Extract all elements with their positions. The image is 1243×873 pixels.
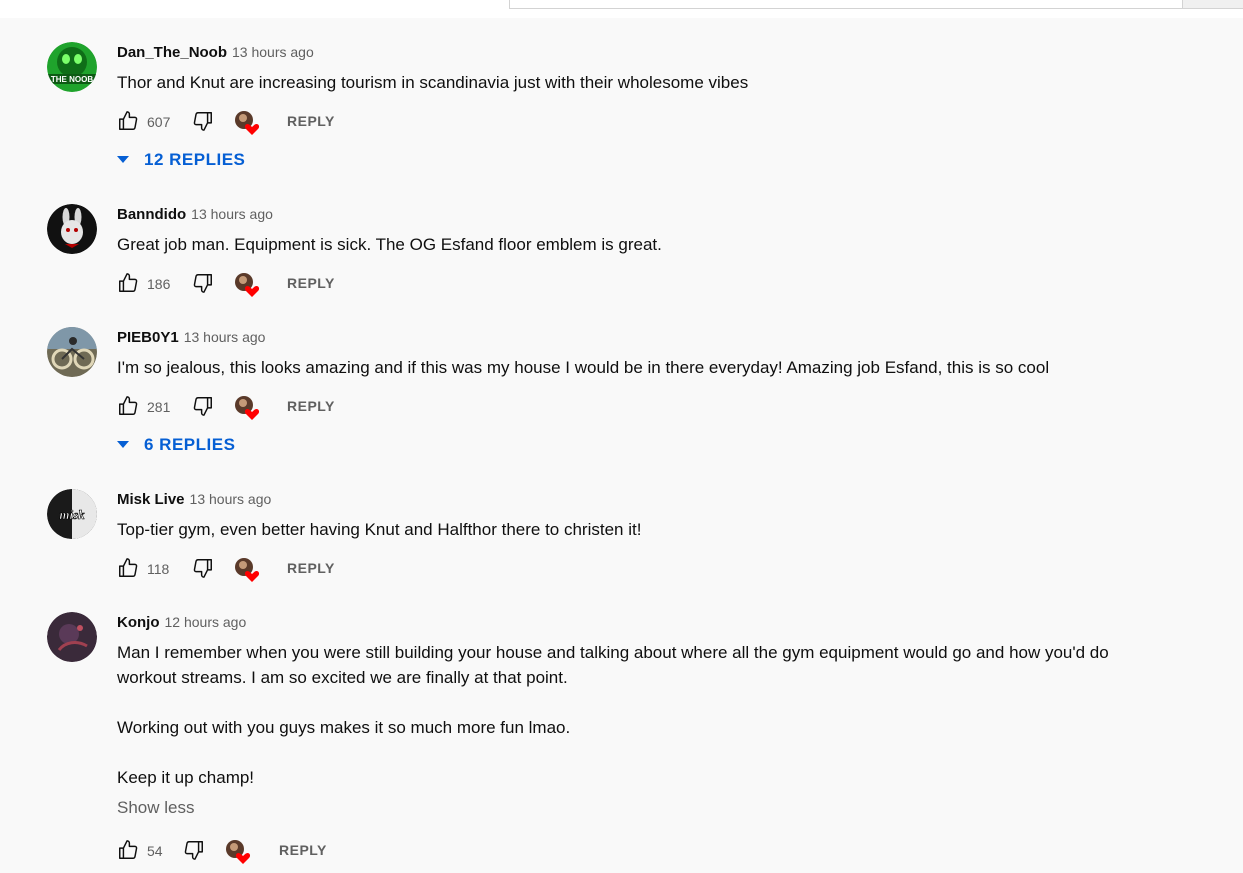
- comment-text: I'm so jealous, this looks amazing and i…: [117, 358, 1050, 377]
- thumbs-up-icon[interactable]: [117, 839, 139, 861]
- avatar-label: THE NOOB: [51, 75, 93, 84]
- reply-button[interactable]: REPLY: [279, 840, 327, 860]
- comment-text: Thor and Knut are increasing tourism in …: [117, 73, 749, 92]
- like-count: 607: [147, 114, 171, 130]
- thumbs-up-icon[interactable]: [117, 110, 139, 132]
- view-replies-button[interactable]: 6 REPLIES: [117, 433, 235, 457]
- caret-down-icon: [117, 155, 129, 163]
- top-bar: [0, 0, 1243, 18]
- comment-author[interactable]: Dan_The_Noob: [117, 44, 227, 61]
- thumbs-down-icon[interactable]: [192, 272, 214, 294]
- replies-count-label: 12 REPLIES: [144, 150, 246, 169]
- reply-button[interactable]: REPLY: [287, 396, 335, 416]
- comment-timestamp[interactable]: 13 hours ago: [191, 206, 273, 222]
- view-replies-button[interactable]: 12 REPLIES: [117, 148, 245, 172]
- comment-author[interactable]: Banndido: [117, 206, 186, 223]
- reply-button[interactable]: REPLY: [287, 273, 335, 293]
- thumbs-up-icon[interactable]: [117, 272, 139, 294]
- comment-actions: 186 REPLY: [117, 272, 1227, 297]
- comment-actions: 54 REPLY: [117, 839, 1227, 864]
- avatar[interactable]: misk: [47, 489, 97, 539]
- like-count: 118: [147, 561, 170, 577]
- search-button[interactable]: [1182, 0, 1243, 9]
- comment-author[interactable]: Misk Live: [117, 491, 185, 508]
- search-input[interactable]: [509, 0, 1183, 9]
- reply-button[interactable]: REPLY: [287, 558, 335, 578]
- creator-heart-icon: [235, 273, 260, 297]
- replies-count-label: 6 REPLIES: [144, 435, 236, 454]
- caret-down-icon: [117, 440, 129, 448]
- avatar-label: misk: [59, 507, 85, 522]
- reply-button[interactable]: REPLY: [287, 111, 335, 131]
- comment-actions: 118 REPLY: [117, 557, 1227, 582]
- show-less-button[interactable]: Show less: [117, 797, 1227, 819]
- creator-heart-icon: [235, 558, 260, 582]
- comment-author[interactable]: PIEB0Y1: [117, 329, 179, 346]
- thumbs-up-icon[interactable]: [117, 395, 139, 417]
- thumbs-down-icon[interactable]: [183, 839, 205, 861]
- creator-heart-icon: [226, 840, 251, 864]
- thumbs-down-icon[interactable]: [192, 110, 214, 132]
- comment-timestamp[interactable]: 13 hours ago: [184, 329, 266, 345]
- comment-timestamp[interactable]: 13 hours ago: [190, 491, 272, 507]
- comment-timestamp[interactable]: 12 hours ago: [165, 614, 247, 630]
- like-count: 281: [147, 399, 171, 415]
- like-count: 186: [147, 276, 171, 292]
- avatar[interactable]: [47, 327, 97, 377]
- comment-text: Top-tier gym, even better having Knut an…: [117, 520, 642, 539]
- thumbs-down-icon[interactable]: [192, 395, 214, 417]
- avatar[interactable]: [47, 204, 97, 254]
- comment-text: Great job man. Equipment is sick. The OG…: [117, 235, 662, 254]
- thumbs-down-icon[interactable]: [192, 557, 214, 579]
- comment-actions: 281 REPLY: [117, 395, 1227, 420]
- comment-timestamp[interactable]: 13 hours ago: [232, 44, 314, 60]
- avatar[interactable]: THE NOOB: [47, 42, 97, 92]
- creator-heart-icon: [235, 396, 260, 420]
- like-count: 54: [147, 843, 163, 859]
- avatar[interactable]: [47, 612, 97, 662]
- comment-text: Man I remember when you were still build…: [117, 643, 1109, 787]
- creator-heart-icon: [235, 111, 260, 135]
- comment-actions: 607 REPLY: [117, 110, 1227, 135]
- thumbs-up-icon[interactable]: [117, 557, 139, 579]
- comment-author[interactable]: Konjo: [117, 614, 160, 631]
